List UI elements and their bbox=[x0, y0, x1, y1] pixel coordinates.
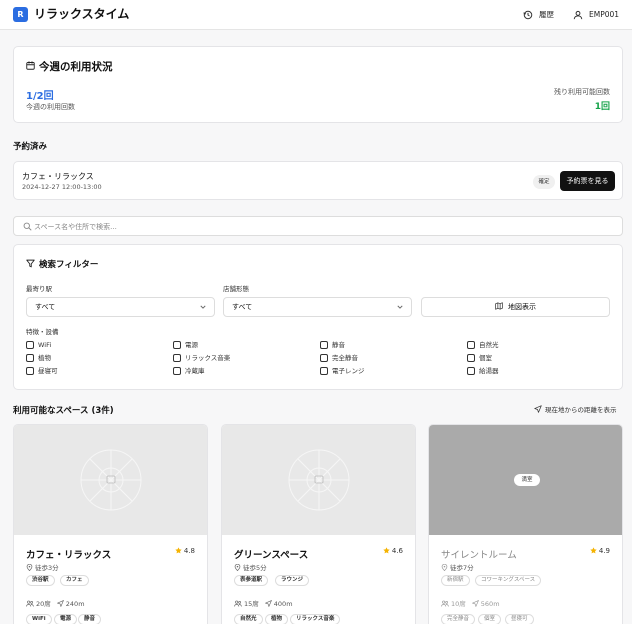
search-icon bbox=[23, 222, 32, 231]
app-header: R リラックスタイム 履歴 EMP001 bbox=[0, 0, 632, 30]
space-rating: 4.8 bbox=[175, 547, 195, 555]
location-pin-icon bbox=[441, 563, 448, 572]
user-icon bbox=[573, 10, 583, 20]
space-name: グリーンスペース bbox=[234, 550, 309, 561]
space-card[interactable]: グリーンスペース 4.6 徒歩5分 表参道駅 ラウンジ 15席 400m 自然光 … bbox=[221, 424, 416, 624]
space-tag-station: 渋谷駅 bbox=[26, 575, 55, 586]
star-icon bbox=[590, 547, 597, 554]
station-label: 最寄り駅 bbox=[26, 285, 52, 293]
history-button[interactable]: 履歴 bbox=[523, 8, 557, 22]
space-feature-tag: 昼寝可 bbox=[505, 614, 534, 624]
remaining-label: 残り利用可能回数 bbox=[554, 88, 610, 96]
search-box bbox=[13, 216, 623, 236]
user-menu[interactable]: EMP001 bbox=[573, 8, 623, 22]
usage-count: 1/2回 bbox=[26, 91, 54, 102]
people-icon bbox=[26, 600, 34, 607]
reserved-heading: 予約済み bbox=[13, 142, 48, 152]
reservation-card: カフェ・リラックス 2024-12-27 12:00-13:00 確定 予約票を… bbox=[13, 161, 623, 200]
view-ticket-button[interactable]: 予約票を見る bbox=[560, 171, 615, 191]
reservation-datetime: 2024-12-27 12:00-13:00 bbox=[22, 183, 102, 191]
history-label: 履歴 bbox=[539, 10, 554, 19]
star-icon bbox=[175, 547, 182, 554]
space-meta: 10席 560m bbox=[441, 598, 500, 608]
remaining-value: 1回 bbox=[594, 102, 610, 112]
space-name: サイレントルーム bbox=[441, 550, 517, 561]
people-icon bbox=[234, 600, 242, 607]
space-walk-time: 徒歩7分 bbox=[441, 562, 474, 572]
chevron-down-icon bbox=[397, 305, 403, 309]
space-image-placeholder bbox=[14, 425, 207, 535]
space-tag-type: ラウンジ bbox=[275, 575, 310, 586]
space-walk-time: 徒歩5分 bbox=[234, 562, 267, 572]
image-placeholder-icon bbox=[288, 449, 350, 511]
people-icon bbox=[441, 600, 449, 607]
store-type-select-value: すべて bbox=[232, 303, 253, 311]
space-feature-tag: 個室 bbox=[478, 614, 502, 624]
usage-card: 今週の利用状況 1/2回 今週の利用回数 残り利用可能回数 1回 bbox=[13, 46, 623, 123]
location-pin-icon bbox=[234, 563, 241, 572]
space-meta: 15席 400m bbox=[234, 598, 293, 608]
features-label: 特徴・設備 bbox=[26, 328, 59, 336]
space-feature-tag: リラックス音楽 bbox=[290, 614, 341, 624]
navigation-icon bbox=[56, 599, 64, 608]
map-icon bbox=[495, 302, 503, 310]
reservation-name: カフェ・リラックス bbox=[22, 172, 94, 181]
space-name: カフェ・リラックス bbox=[26, 550, 112, 561]
user-id: EMP001 bbox=[589, 10, 620, 19]
map-view-button[interactable]: 地図表示 bbox=[421, 297, 610, 317]
navigation-icon bbox=[264, 599, 272, 608]
navigation-icon bbox=[471, 599, 479, 608]
space-card[interactable]: 満室 サイレントルーム 4.9 徒歩7分 新宿駅 コワーキングスペース 10席 5… bbox=[428, 424, 623, 624]
space-feature-tag: 完全静音 bbox=[441, 614, 476, 624]
location-pin-icon bbox=[26, 563, 33, 572]
star-icon bbox=[383, 547, 390, 554]
app-logo: R bbox=[13, 7, 28, 22]
station-select-value: すべて bbox=[35, 303, 56, 311]
status-badge: 確定 bbox=[533, 175, 555, 189]
image-placeholder-icon bbox=[80, 449, 142, 511]
space-image-placeholder: 満室 bbox=[429, 425, 622, 535]
space-card[interactable]: カフェ・リラックス 4.8 徒歩3分 渋谷駅 カフェ 20席 240m WiFi … bbox=[13, 424, 208, 624]
space-tag-station: 表参道駅 bbox=[234, 575, 269, 586]
store-type-select[interactable]: すべて bbox=[223, 297, 412, 317]
history-icon bbox=[523, 10, 533, 20]
space-image-placeholder bbox=[222, 425, 415, 535]
station-select[interactable]: すべて bbox=[26, 297, 215, 317]
space-feature-tag: WiFi bbox=[26, 614, 52, 624]
available-heading: 利用可能なスペース (3件) bbox=[13, 406, 114, 416]
filter-card: 検索フィルター 最寄り駅 すべて 店舗形態 すべて 地図表示 特徴・設備 WiF… bbox=[13, 244, 623, 390]
space-tag-type: コワーキングスペース bbox=[475, 575, 542, 586]
space-feature-tag: 自然光 bbox=[234, 614, 263, 624]
space-meta: 20席 240m bbox=[26, 598, 85, 608]
space-rating: 4.6 bbox=[383, 547, 403, 555]
store-type-label: 店舗形態 bbox=[223, 285, 249, 293]
filter-icon bbox=[26, 259, 35, 268]
chevron-down-icon bbox=[200, 305, 206, 309]
space-tag-type: カフェ bbox=[60, 575, 89, 586]
space-feature-tag: 電源 bbox=[54, 614, 78, 624]
calendar-icon bbox=[26, 61, 35, 70]
space-feature-tag: 植物 bbox=[265, 614, 289, 624]
usage-count-label: 今週の利用回数 bbox=[26, 103, 75, 111]
space-walk-time: 徒歩3分 bbox=[26, 562, 59, 572]
space-tag-station: 新宿駅 bbox=[441, 575, 470, 586]
space-feature-tag: 静音 bbox=[78, 614, 102, 624]
full-badge: 満室 bbox=[514, 474, 540, 486]
app-title: リラックスタイム bbox=[34, 7, 130, 21]
search-input[interactable] bbox=[34, 220, 594, 233]
space-rating: 4.9 bbox=[590, 547, 610, 555]
navigation-icon bbox=[534, 405, 542, 413]
